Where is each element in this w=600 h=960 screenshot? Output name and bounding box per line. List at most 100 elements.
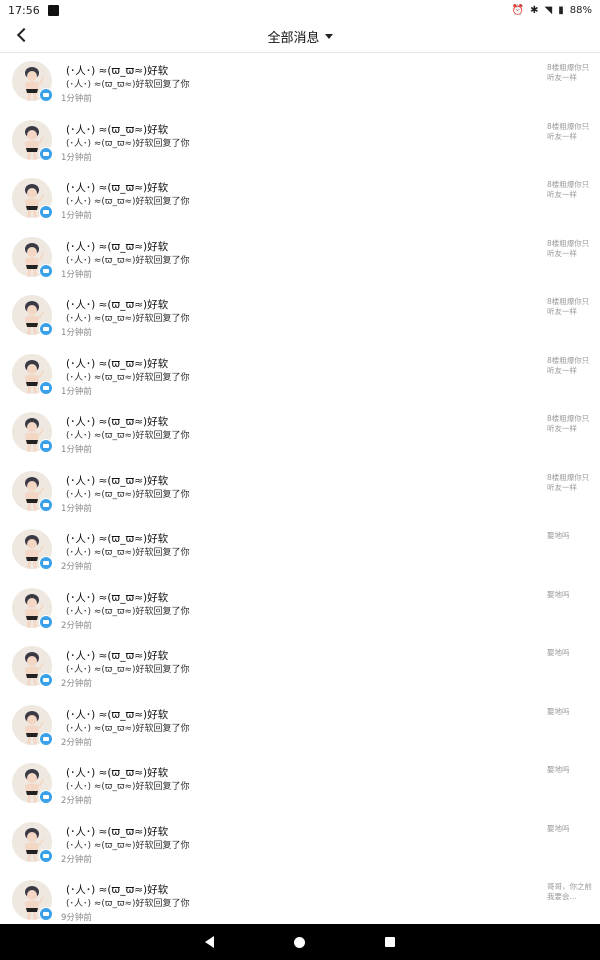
message-time: 1分钟前: [61, 152, 92, 163]
comment-badge-icon: [39, 263, 53, 278]
comment-badge-icon: [39, 146, 53, 161]
comment-badge-icon: [39, 205, 53, 219]
original-post-preview: 娶地吗: [547, 531, 570, 540]
message-text: (･人･) ≈(ϖ_ϖ≈)好软回复了你: [66, 372, 190, 383]
message-text: (･人･) ≈(ϖ_ϖ≈)好软回复了你: [66, 606, 190, 617]
back-button[interactable]: [10, 23, 34, 47]
battery-icon: ▮: [558, 4, 564, 16]
message-item[interactable]: (･人･) ≈(ϖ_ϖ≈)好软 (･人･) ≈(ϖ_ϖ≈)好软回复了你 2分钟前 娶地…: [0, 580, 600, 639]
sender-name: (･人･) ≈(ϖ_ϖ≈)好软: [66, 825, 169, 838]
message-time: 1分钟前: [61, 269, 92, 280]
message-item[interactable]: (･人･) ≈(ϖ_ϖ≈)好软 (･人･) ≈(ϖ_ϖ≈)好软回复了你 1分钟前 8楼…: [0, 170, 600, 229]
message-list: (･人･) ≈(ϖ_ϖ≈)好软 (･人･) ≈(ϖ_ϖ≈)好软回复了你 1分钟前 8楼…: [0, 53, 600, 931]
message-time: 1分钟前: [61, 386, 92, 397]
original-post-preview: 娶地吗: [547, 765, 570, 774]
sender-name: (･人･) ≈(ϖ_ϖ≈)好软: [66, 357, 169, 370]
original-post-preview: 8楼粗爆你只听友一样: [547, 414, 590, 433]
original-post-preview: 娶地吗: [547, 823, 570, 833]
message-item[interactable]: (･人･) ≈(ϖ_ϖ≈)好软 (･人･) ≈(ϖ_ϖ≈)好软回复了你 1分钟前 8楼…: [0, 287, 600, 346]
comment-badge-icon: [39, 614, 53, 629]
message-text: (･人･) ≈(ϖ_ϖ≈)好软回复了你: [66, 899, 190, 909]
message-text: (･人･) ≈(ϖ_ϖ≈)好软回复了你: [66, 665, 190, 675]
sender-name: (･人･) ≈(ϖ_ϖ≈)好软: [66, 182, 169, 194]
sender-name: (･人･) ≈(ϖ_ϖ≈)好软: [66, 123, 169, 136]
wifi-icon: ◥: [544, 4, 553, 16]
message-text: (･人･) ≈(ϖ_ϖ≈)好软回复了你: [66, 314, 190, 324]
message-text: (･人･) ≈(ϖ_ϖ≈)好软回复了你: [66, 255, 190, 266]
comment-badge-icon: [39, 497, 53, 512]
message-item[interactable]: (･人･) ≈(ϖ_ϖ≈)好软 (･人･) ≈(ϖ_ϖ≈)好软回复了你 2分钟前 娶地…: [0, 521, 600, 580]
battery-level: 88%: [569, 4, 592, 16]
message-text: (･人･) ≈(ϖ_ϖ≈)好软回复了你: [66, 138, 190, 149]
message-item[interactable]: (･人･) ≈(ϖ_ϖ≈)好软 (･人･) ≈(ϖ_ϖ≈)好软回复了你 1分钟前 8楼…: [0, 53, 600, 112]
message-item[interactable]: (･人･) ≈(ϖ_ϖ≈)好软 (･人･) ≈(ϖ_ϖ≈)好软回复了你 2分钟前 娶地…: [0, 814, 600, 873]
message-time: 2分钟前: [61, 679, 92, 689]
sender-name: (･人･) ≈(ϖ_ϖ≈)好软: [66, 767, 169, 779]
message-item[interactable]: (･人･) ≈(ϖ_ϖ≈)好软 (･人･) ≈(ϖ_ϖ≈)好软回复了你 9分钟前 哥哥…: [0, 872, 600, 931]
original-post-preview: 8楼粗爆你只听友一样: [547, 63, 590, 82]
header: 全部消息: [0, 20, 600, 53]
original-post-preview: 8楼粗爆你只听友一样: [547, 472, 590, 492]
message-time: 1分钟前: [61, 94, 92, 104]
status-time: 17:56: [8, 3, 40, 17]
message-text: (･人･) ≈(ϖ_ϖ≈)好软回复了你: [66, 197, 190, 207]
status-right: ⏰ ✱ ◥ ▮ 88%: [512, 5, 592, 16]
message-text: (･人･) ≈(ϖ_ϖ≈)好软回复了你: [66, 548, 190, 558]
message-text: (･人･) ≈(ϖ_ϖ≈)好软回复了你: [66, 80, 190, 90]
original-post-preview: 8楼粗爆你只听友一样: [547, 297, 590, 316]
message-filter-dropdown[interactable]: 全部消息: [267, 27, 333, 46]
message-time: 1分钟前: [61, 211, 92, 221]
comment-badge-icon: [39, 88, 53, 102]
message-item[interactable]: (･人･) ≈(ϖ_ϖ≈)好软 (･人･) ≈(ϖ_ϖ≈)好软回复了你 1分钟前 8楼…: [0, 112, 600, 171]
message-item[interactable]: (･人･) ≈(ϖ_ϖ≈)好软 (･人･) ≈(ϖ_ϖ≈)好软回复了你 1分钟前 8楼…: [0, 229, 600, 288]
original-post-preview: 娶地吗: [547, 589, 570, 599]
comment-badge-icon: [39, 380, 53, 395]
sender-name: (･人･) ≈(ϖ_ϖ≈)好软: [66, 591, 169, 604]
comment-badge-icon: [39, 556, 53, 570]
message-item[interactable]: (･人･) ≈(ϖ_ϖ≈)好软 (･人･) ≈(ϖ_ϖ≈)好软回复了你 2分钟前 娶地…: [0, 755, 600, 814]
message-item[interactable]: (･人･) ≈(ϖ_ϖ≈)好软 (･人･) ≈(ϖ_ϖ≈)好软回复了你 1分钟前 8楼…: [0, 463, 600, 522]
message-text: (･人･) ≈(ϖ_ϖ≈)好软回复了你: [66, 840, 190, 851]
comment-badge-icon: [39, 439, 53, 453]
message-time: 1分钟前: [61, 503, 92, 514]
navigation-bar: [0, 924, 600, 960]
message-time: 2分钟前: [61, 620, 92, 631]
comment-badge-icon: [39, 322, 53, 336]
page-title: 全部消息: [267, 30, 320, 46]
message-item[interactable]: (･人･) ≈(ϖ_ϖ≈)好软 (･人･) ≈(ϖ_ϖ≈)好软回复了你 1分钟前 8楼…: [0, 346, 600, 405]
notification-icon: [47, 4, 59, 16]
comment-badge-icon: [39, 673, 53, 687]
message-item[interactable]: (･人･) ≈(ϖ_ϖ≈)好软 (･人･) ≈(ϖ_ϖ≈)好软回复了你 1分钟前 8楼…: [0, 404, 600, 463]
message-text: (･人･) ≈(ϖ_ϖ≈)好软回复了你: [66, 723, 190, 734]
circle-home-icon[interactable]: [294, 936, 305, 948]
triangle-back-icon[interactable]: [205, 936, 214, 948]
message-time: 9分钟前: [61, 913, 92, 923]
original-post-preview: 8楼粗爆你只听友一样: [547, 180, 590, 199]
sender-name: (･人･) ≈(ϖ_ϖ≈)好软: [66, 533, 169, 545]
message-text: (･人･) ≈(ϖ_ϖ≈)好软回复了你: [66, 431, 190, 441]
sender-name: (･人･) ≈(ϖ_ϖ≈)好软: [66, 650, 169, 662]
message-item[interactable]: (･人･) ≈(ϖ_ϖ≈)好软 (･人･) ≈(ϖ_ϖ≈)好软回复了你 2分钟前 娶地…: [0, 638, 600, 697]
comment-badge-icon: [39, 790, 53, 804]
original-post-preview: 娶地吗: [547, 648, 570, 657]
comment-badge-icon: [39, 731, 53, 746]
sender-name: (･人･) ≈(ϖ_ϖ≈)好软: [66, 416, 169, 428]
comment-badge-icon: [39, 907, 53, 921]
square-recents-icon[interactable]: [385, 937, 395, 947]
sender-name: (･人･) ≈(ϖ_ϖ≈)好软: [66, 65, 169, 77]
message-text: (･人･) ≈(ϖ_ϖ≈)好软回复了你: [66, 782, 190, 792]
sender-name: (･人･) ≈(ϖ_ϖ≈)好软: [66, 474, 169, 487]
original-post-preview: 8楼粗爆你只听友一样: [547, 238, 590, 258]
message-time: 2分钟前: [61, 737, 92, 748]
original-post-preview: 8楼粗爆你只听友一样: [547, 355, 590, 375]
chevron-left-icon: [16, 27, 32, 43]
bluetooth-icon: ✱: [530, 4, 539, 16]
alarm-icon: ⏰: [511, 4, 525, 16]
sender-name: (･人･) ≈(ϖ_ϖ≈)好软: [66, 884, 169, 896]
sender-name: (･人･) ≈(ϖ_ϖ≈)好软: [66, 299, 169, 311]
comment-badge-icon: [39, 848, 53, 863]
original-post-preview: 8楼粗爆你只听友一样: [547, 121, 590, 141]
message-time: 1分钟前: [61, 328, 92, 338]
message-item[interactable]: (･人･) ≈(ϖ_ϖ≈)好软 (･人･) ≈(ϖ_ϖ≈)好软回复了你 2分钟前 娶地…: [0, 697, 600, 756]
original-post-preview: 哥哥，你之前我要会…: [547, 882, 592, 901]
